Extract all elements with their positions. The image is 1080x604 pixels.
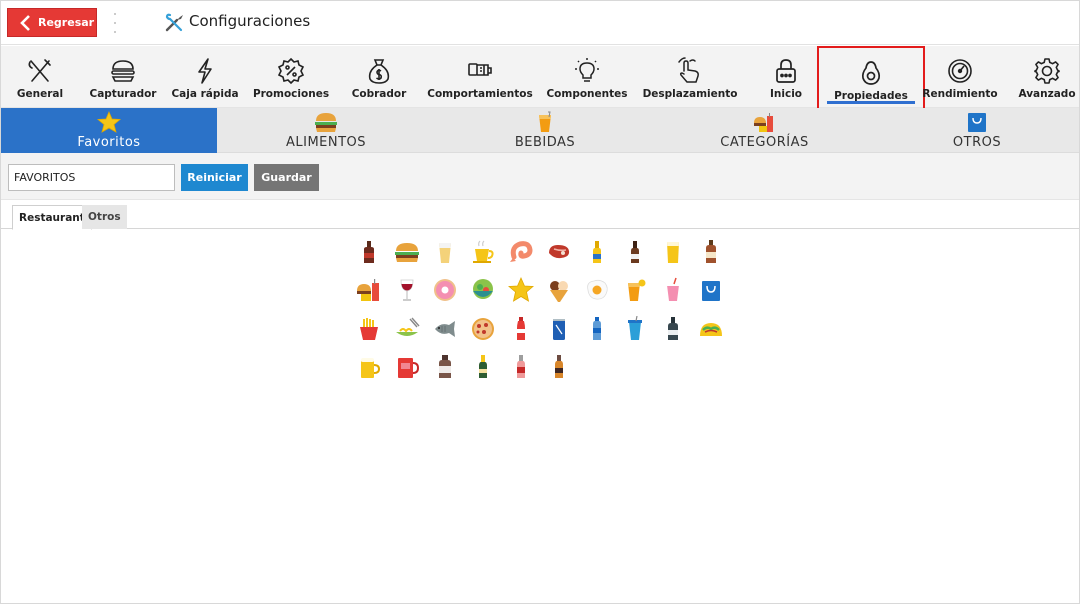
- back-button-label: Regresar: [38, 16, 95, 29]
- toolbar-item-promociones[interactable]: Promociones: [253, 46, 329, 108]
- toolbar-item-propiedades[interactable]: Propiedades: [817, 46, 925, 111]
- icon-source-tabs: Restaurant Otros: [1, 201, 1079, 230]
- juice-icon[interactable]: [622, 277, 648, 303]
- settings-toolbar: General Capturador Caja rápida Promocion…: [1, 46, 1079, 111]
- beer-pint-icon[interactable]: [660, 239, 686, 265]
- swipe-hand-icon: [678, 57, 699, 83]
- juice-icon: [539, 111, 551, 132]
- tab-categorias[interactable]: CATEGORÍAS: [656, 108, 873, 153]
- toolbar-item-comportamientos[interactable]: Comportamientos: [427, 46, 533, 108]
- burger-icon: [315, 113, 337, 132]
- discount-badge-icon: [277, 57, 305, 85]
- gauge-icon: [948, 59, 972, 83]
- dark-bottle-icon[interactable]: [660, 316, 686, 342]
- chevron-left-icon: [20, 15, 30, 31]
- header: Regresar Configuraciones: [1, 1, 1079, 45]
- noodles-icon[interactable]: [394, 316, 420, 342]
- pizza-icon[interactable]: [470, 316, 496, 342]
- toolbar-item-inicio[interactable]: Inicio: [763, 46, 809, 108]
- taco-icon[interactable]: [698, 316, 724, 342]
- shrimp-icon[interactable]: [508, 239, 534, 265]
- liquor-bottle-icon[interactable]: [356, 239, 382, 265]
- shopping-bag-icon: [968, 113, 986, 132]
- shopping-bag-icon[interactable]: [698, 277, 724, 303]
- whiskey-bottle-icon[interactable]: [698, 239, 724, 265]
- tab-alimentos[interactable]: ALIMENTOS: [218, 108, 434, 153]
- subtab-restaurant[interactable]: Restaurant: [12, 205, 92, 230]
- salad-bowl-icon[interactable]: [470, 277, 496, 303]
- beer-bottle-yellow-icon[interactable]: [584, 239, 610, 265]
- soda-bottle-icon[interactable]: [508, 316, 534, 342]
- subtab-otros[interactable]: Otros: [82, 205, 127, 229]
- tab-otros[interactable]: OTROS: [873, 108, 1079, 153]
- lightning-icon: [198, 58, 212, 84]
- tab-bebidas[interactable]: BEBIDAS: [434, 108, 656, 153]
- back-button[interactable]: Regresar: [7, 8, 97, 37]
- category-tabs: Favoritos ALIMENTOS BEBIDAS CATEGORÍAS O…: [1, 108, 1079, 153]
- tab-favoritos[interactable]: Favoritos: [1, 108, 217, 153]
- donut-icon[interactable]: [432, 277, 458, 303]
- amber-bottle-icon[interactable]: [546, 354, 572, 380]
- toolbar-item-desplazamiento[interactable]: Desplazamiento: [643, 46, 737, 108]
- steak-icon[interactable]: [546, 239, 572, 265]
- ice-cream-icon[interactable]: [546, 277, 572, 303]
- milkshake-icon[interactable]: [660, 277, 686, 303]
- form-row: Reiniciar Guardar: [1, 153, 1079, 200]
- coffee-cup-icon[interactable]: [470, 239, 496, 265]
- water-bottle-icon[interactable]: [584, 316, 610, 342]
- favorites-name-input[interactable]: [8, 164, 175, 191]
- gear-icon: [1034, 58, 1060, 84]
- toolbar-item-general[interactable]: General: [9, 46, 71, 108]
- active-tool-indicator: [827, 101, 915, 104]
- red-mug-icon[interactable]: [394, 354, 420, 380]
- food-combo-icon[interactable]: [356, 277, 382, 303]
- toolbar-item-componentes[interactable]: Componentes: [546, 46, 628, 108]
- wine-glass-icon[interactable]: [394, 277, 420, 303]
- tools-icon: [165, 13, 183, 32]
- beer-glass-icon[interactable]: [432, 239, 458, 265]
- fish-icon[interactable]: [432, 316, 458, 342]
- toolbar-item-rendimiento[interactable]: Rendimiento: [922, 46, 998, 108]
- beer-mug-icon[interactable]: [356, 354, 382, 380]
- burger-icon: [111, 60, 135, 82]
- money-bag-icon: [368, 59, 390, 84]
- fried-egg-icon[interactable]: [584, 277, 610, 303]
- red-bottle-icon[interactable]: [508, 354, 534, 380]
- champagne-bottle-icon[interactable]: [470, 354, 496, 380]
- burger-icon[interactable]: [394, 239, 420, 265]
- page-title: Configuraciones: [189, 12, 311, 30]
- toolbar-item-cobrador[interactable]: Cobrador: [349, 46, 409, 108]
- toolbar-item-capturador[interactable]: Capturador: [89, 46, 157, 108]
- more-vert-icon[interactable]: [113, 13, 117, 33]
- save-button[interactable]: Guardar: [254, 164, 319, 191]
- toolbar-item-avanzado[interactable]: Avanzado: [1017, 46, 1077, 108]
- beer-bottle-brown-icon[interactable]: [622, 239, 648, 265]
- reset-button[interactable]: Reiniciar: [181, 164, 248, 191]
- star-icon[interactable]: [507, 277, 535, 303]
- soda-can-icon[interactable]: [546, 316, 572, 342]
- toolbar-item-caja-rapida[interactable]: Caja rápida: [171, 46, 239, 108]
- fork-knife-icon: [28, 59, 51, 82]
- brown-jar-icon[interactable]: [432, 354, 458, 380]
- food-combo-icon: [753, 113, 773, 132]
- lock-icon: [776, 59, 796, 83]
- soda-cup-icon[interactable]: [622, 315, 648, 342]
- hand-card-icon: [468, 63, 492, 76]
- star-icon: [97, 111, 121, 133]
- avocado-icon: [861, 61, 881, 85]
- app-window: Regresar Configuraciones General Captura…: [0, 0, 1080, 604]
- fries-icon[interactable]: [356, 316, 382, 342]
- lightbulb-icon: [575, 58, 599, 82]
